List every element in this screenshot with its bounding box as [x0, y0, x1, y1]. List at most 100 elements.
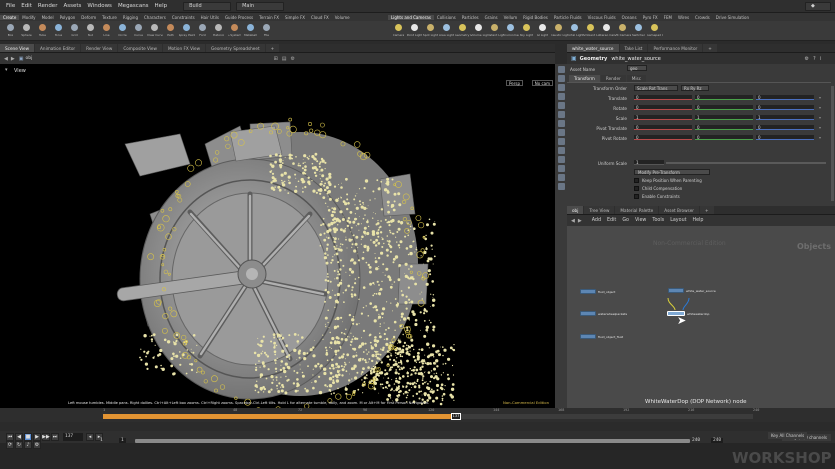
tool-font[interactable]: Font: [195, 24, 210, 37]
tool-tube[interactable]: Tube: [35, 24, 50, 37]
network-menu-help[interactable]: Help: [693, 218, 704, 223]
pane-tab-take-list[interactable]: Take List: [619, 44, 648, 52]
pane-tab-material-palette[interactable]: Material Palette: [615, 206, 659, 214]
shelf-tab-create[interactable]: Create: [0, 14, 20, 20]
tool-draw-curve[interactable]: Draw Curve: [147, 24, 163, 37]
param-rotate-y-field[interactable]: 0: [695, 105, 753, 110]
menu-assets[interactable]: Assets: [63, 3, 81, 9]
range-start-field[interactable]: 1: [119, 438, 126, 443]
move-tool-icon[interactable]: [557, 75, 565, 82]
network-editor[interactable]: Non-Commercial Edition Objects fluid_obj…: [567, 226, 835, 408]
shelf-tab-modify[interactable]: Modify: [19, 15, 38, 20]
loop-toggle-icon[interactable]: ↻: [15, 441, 23, 449]
param-pivot-translate-y-field[interactable]: 0: [695, 125, 753, 130]
uniform-scale-field[interactable]: 1: [634, 160, 664, 165]
tool-file[interactable]: File: [259, 24, 274, 37]
menu-windows[interactable]: Windows: [87, 3, 112, 9]
shelf-tab-deform[interactable]: Deform: [78, 15, 99, 20]
network-menu-view[interactable]: View: [635, 218, 646, 223]
param-pivot-rotate-z-field[interactable]: 0: [756, 135, 814, 140]
pane-tab-performance-monitor[interactable]: Performance Monitor: [648, 44, 703, 52]
rotate-tool-icon[interactable]: [557, 84, 565, 91]
param-pivot-translate-x-field[interactable]: 0: [634, 125, 692, 130]
menu-file[interactable]: File: [6, 3, 15, 9]
shaded-tool-icon[interactable]: [557, 147, 565, 154]
tool-geometry-light[interactable]: Geometry Light: [455, 24, 471, 37]
tool-gamepad-camera[interactable]: Gamepad Camera: [647, 24, 663, 37]
tool-distant-light[interactable]: Distant Light: [487, 24, 503, 37]
render-tool-icon[interactable]: [557, 174, 565, 181]
tool-metaball[interactable]: Metaball: [243, 24, 258, 37]
shelf-tab-wires[interactable]: Wires: [675, 15, 692, 20]
range-slider[interactable]: [135, 439, 690, 443]
tool-portal-light[interactable]: Portal Light: [567, 24, 583, 37]
rotate-order-select[interactable]: Rx Ry Rz: [681, 85, 709, 91]
keep-position-checkbox[interactable]: [634, 178, 639, 183]
shelf-tab-crowds[interactable]: Crowds: [692, 15, 713, 20]
shelf-tab-texture[interactable]: Texture: [99, 15, 120, 20]
tool-curve[interactable]: Curve: [131, 24, 146, 37]
shelf-tab-constraints[interactable]: Constraints: [169, 15, 198, 20]
shelf-tab-guide-process[interactable]: Guide Process: [222, 15, 256, 20]
uniform-scale-slider[interactable]: [666, 162, 826, 164]
param-translate-y-field[interactable]: 0: [695, 95, 753, 100]
tool-switcher[interactable]: Switcher: [631, 24, 646, 37]
asset-name-field[interactable]: geo: [627, 65, 647, 71]
tab-misc[interactable]: Misc: [626, 75, 647, 82]
param-scrollbar[interactable]: [831, 86, 834, 201]
help-icon[interactable]: ?: [813, 56, 816, 62]
camera-tool-icon[interactable]: [557, 165, 565, 172]
shelf-tab-hair-utils[interactable]: Hair Utils: [198, 15, 222, 20]
realtime-toggle-icon[interactable]: ⟳: [6, 441, 14, 449]
shelf-tab-drive-simulation[interactable]: Drive Simulation: [713, 15, 752, 20]
tool-sphere[interactable]: Sphere: [19, 24, 34, 37]
pane-tab-motion-fx-view[interactable]: Motion FX View: [162, 44, 206, 52]
back-icon[interactable]: ◀: [4, 56, 8, 62]
network-menu-add[interactable]: Add: [592, 218, 601, 223]
first-frame-button[interactable]: ⏮: [6, 433, 14, 441]
desktop-main-select[interactable]: Main: [236, 1, 285, 11]
add-tab-icon[interactable]: +: [703, 44, 717, 52]
pane-tab-scene-view[interactable]: Scene View: [0, 44, 35, 52]
shelf-tab-collisions[interactable]: Collisions: [434, 15, 459, 20]
shelf-tab-viscous-fluids[interactable]: Viscous Fluids: [585, 15, 619, 20]
network-menu-edit[interactable]: Edit: [607, 218, 616, 223]
add-tab-icon[interactable]: +: [700, 206, 714, 214]
pane-tab-obj[interactable]: obj: [567, 206, 584, 214]
stop-button[interactable]: ■: [24, 433, 32, 441]
param-scale-z-field[interactable]: 1: [756, 115, 814, 120]
add-tab-icon[interactable]: +: [265, 44, 280, 52]
back-icon[interactable]: ◀: [571, 218, 575, 224]
range-end-field-b[interactable]: 240: [711, 438, 724, 443]
tool-stereo-camera[interactable]: Stereo Camera: [599, 24, 615, 37]
select-tool-icon[interactable]: [557, 66, 565, 73]
menu-megascans[interactable]: Megascans: [118, 3, 149, 9]
child-compensation-checkbox[interactable]: [634, 186, 639, 191]
pane-tab-animation-editor[interactable]: Animation Editor: [35, 44, 81, 52]
pane-tab-geometry-spreadsheet[interactable]: Geometry Spreadsheet: [206, 44, 265, 52]
prev-key-button[interactable]: ◀: [15, 433, 23, 441]
handle-tool-icon[interactable]: [557, 102, 565, 109]
tool-camera[interactable]: Camera: [391, 24, 406, 37]
shelf-tab-cloud-fx[interactable]: Cloud FX: [308, 15, 332, 20]
tool-gi-light[interactable]: GI Light: [535, 24, 550, 37]
scene-viewport[interactable]: View ▾ Persp No cam Left mouse tumbles. …: [0, 64, 555, 408]
range-start-left[interactable]: 1: [100, 438, 103, 443]
param-pivot-rotate-x-field[interactable]: 0: [634, 135, 692, 140]
tab-transform[interactable]: Transform: [569, 75, 600, 82]
tool-circle[interactable]: Circle: [115, 24, 130, 37]
tab-render[interactable]: Render: [600, 75, 626, 82]
shelf-tab-volume[interactable]: Volume: [332, 15, 353, 20]
snap-icon[interactable]: ⊞: [274, 56, 278, 62]
tool-box[interactable]: Box: [3, 24, 18, 37]
shelf-tab-characters[interactable]: Characters: [141, 15, 169, 20]
current-frame-field[interactable]: 137: [63, 433, 83, 441]
timeline-playhead[interactable]: 137: [451, 413, 461, 420]
forward-icon[interactable]: ▶: [578, 218, 582, 224]
tool-sky-light[interactable]: Sky Light: [519, 24, 534, 37]
shelf-tab-fem[interactable]: FEM: [661, 15, 675, 20]
shelf-tab-terrain-fx[interactable]: Terrain FX: [256, 15, 282, 20]
desktop-build-select[interactable]: Build: [183, 1, 232, 11]
tool-volume-light[interactable]: Volume Light: [471, 24, 487, 37]
display-icon[interactable]: ▤: [282, 56, 287, 62]
